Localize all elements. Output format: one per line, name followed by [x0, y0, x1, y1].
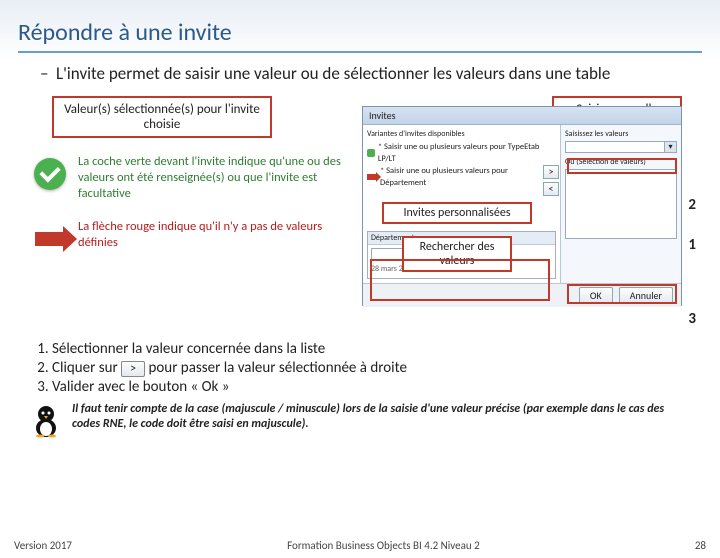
dialog-title: Invites [363, 107, 681, 125]
manual-value-input[interactable]: ▾ [565, 141, 677, 153]
transfer-buttons: > < [543, 165, 559, 199]
page-title: Répondre à une invite [18, 18, 720, 47]
step-2-a: Cliquer sur [52, 359, 118, 377]
chevron-down-icon[interactable]: ▾ [664, 142, 676, 152]
step-1: Sélectionner la valeur concernée dans la… [52, 340, 690, 358]
prompt-item-1-text: * Saisir une ou plusieurs valeurs pour T… [378, 141, 556, 165]
intro-text: L'invite permet de saisir une valeur ou … [56, 63, 610, 84]
transfer-button-inline: > [121, 361, 145, 377]
selected-list-label: Ou (Sélection de valeurs) [565, 157, 677, 167]
arrow-red-icon [367, 174, 377, 180]
prompt-item-2[interactable]: * Saisir une ou plusieurs valeurs pour D… [367, 165, 556, 189]
title-underline [18, 51, 702, 53]
manual-input-label: Saisissez les valeurs [565, 129, 677, 139]
footer: Version 2017 Formation Business Objects … [0, 539, 720, 552]
prompt-item-1[interactable]: * Saisir une ou plusieurs valeurs pour T… [367, 141, 556, 165]
prompt-item-2-text: * Saisir une ou plusieurs valeurs pour D… [380, 165, 556, 189]
check-icon [367, 149, 375, 157]
step-number-3: 3 [688, 310, 696, 328]
annotation-check: La coche verte devant l'invite indique q… [30, 154, 358, 201]
annotation-check-text: La coche verte devant l'invite indique q… [78, 154, 358, 201]
transfer-remove-button[interactable]: < [543, 182, 559, 196]
warning-row: Il faut tenir compte de la case (majuscu… [30, 402, 690, 438]
step-3: Valider avec le bouton « Ok » [52, 378, 690, 396]
callout-search-values: Rechercher des valeurs [402, 236, 512, 272]
prompts-section-label: Variantes d'invites disponibles [367, 129, 556, 139]
annotation-arrow-text: La flèche rouge indique qu'il n'y a pas … [78, 219, 358, 250]
callout-custom-prompts: Invites personnalisées [382, 202, 532, 224]
selected-values-list[interactable] [565, 169, 677, 239]
label-selected-values: Valeur(s) sélectionnée(s) pour l'invite … [52, 96, 272, 138]
transfer-add-button[interactable]: > [543, 165, 559, 179]
penguin-icon [30, 402, 62, 438]
step-number-2: 2 [688, 196, 696, 214]
check-icon [34, 158, 66, 190]
footer-version: Version 2017 [14, 539, 72, 552]
arrow-red-icon [35, 232, 65, 246]
step-2-b: pour passer la valeur sélectionnée à dro… [149, 359, 407, 377]
footer-center: Formation Business Objects BI 4.2 Niveau… [287, 539, 480, 552]
step-2: Cliquer sur > pour passer la valeur séle… [52, 359, 690, 377]
cancel-button[interactable]: Annuler [619, 287, 673, 304]
intro-bullet: –L'invite permet de saisir une valeur ou… [40, 63, 680, 84]
footer-page: 28 [695, 539, 706, 552]
step-number-1: 1 [688, 236, 696, 254]
ok-button[interactable]: OK [579, 287, 613, 304]
warning-text: Il faut tenir compte de la case (majuscu… [72, 402, 690, 432]
annotation-arrow: La flèche rouge indique qu'il n'y a pas … [30, 219, 358, 259]
steps-list: Sélectionner la valeur concernée dans la… [30, 340, 690, 396]
